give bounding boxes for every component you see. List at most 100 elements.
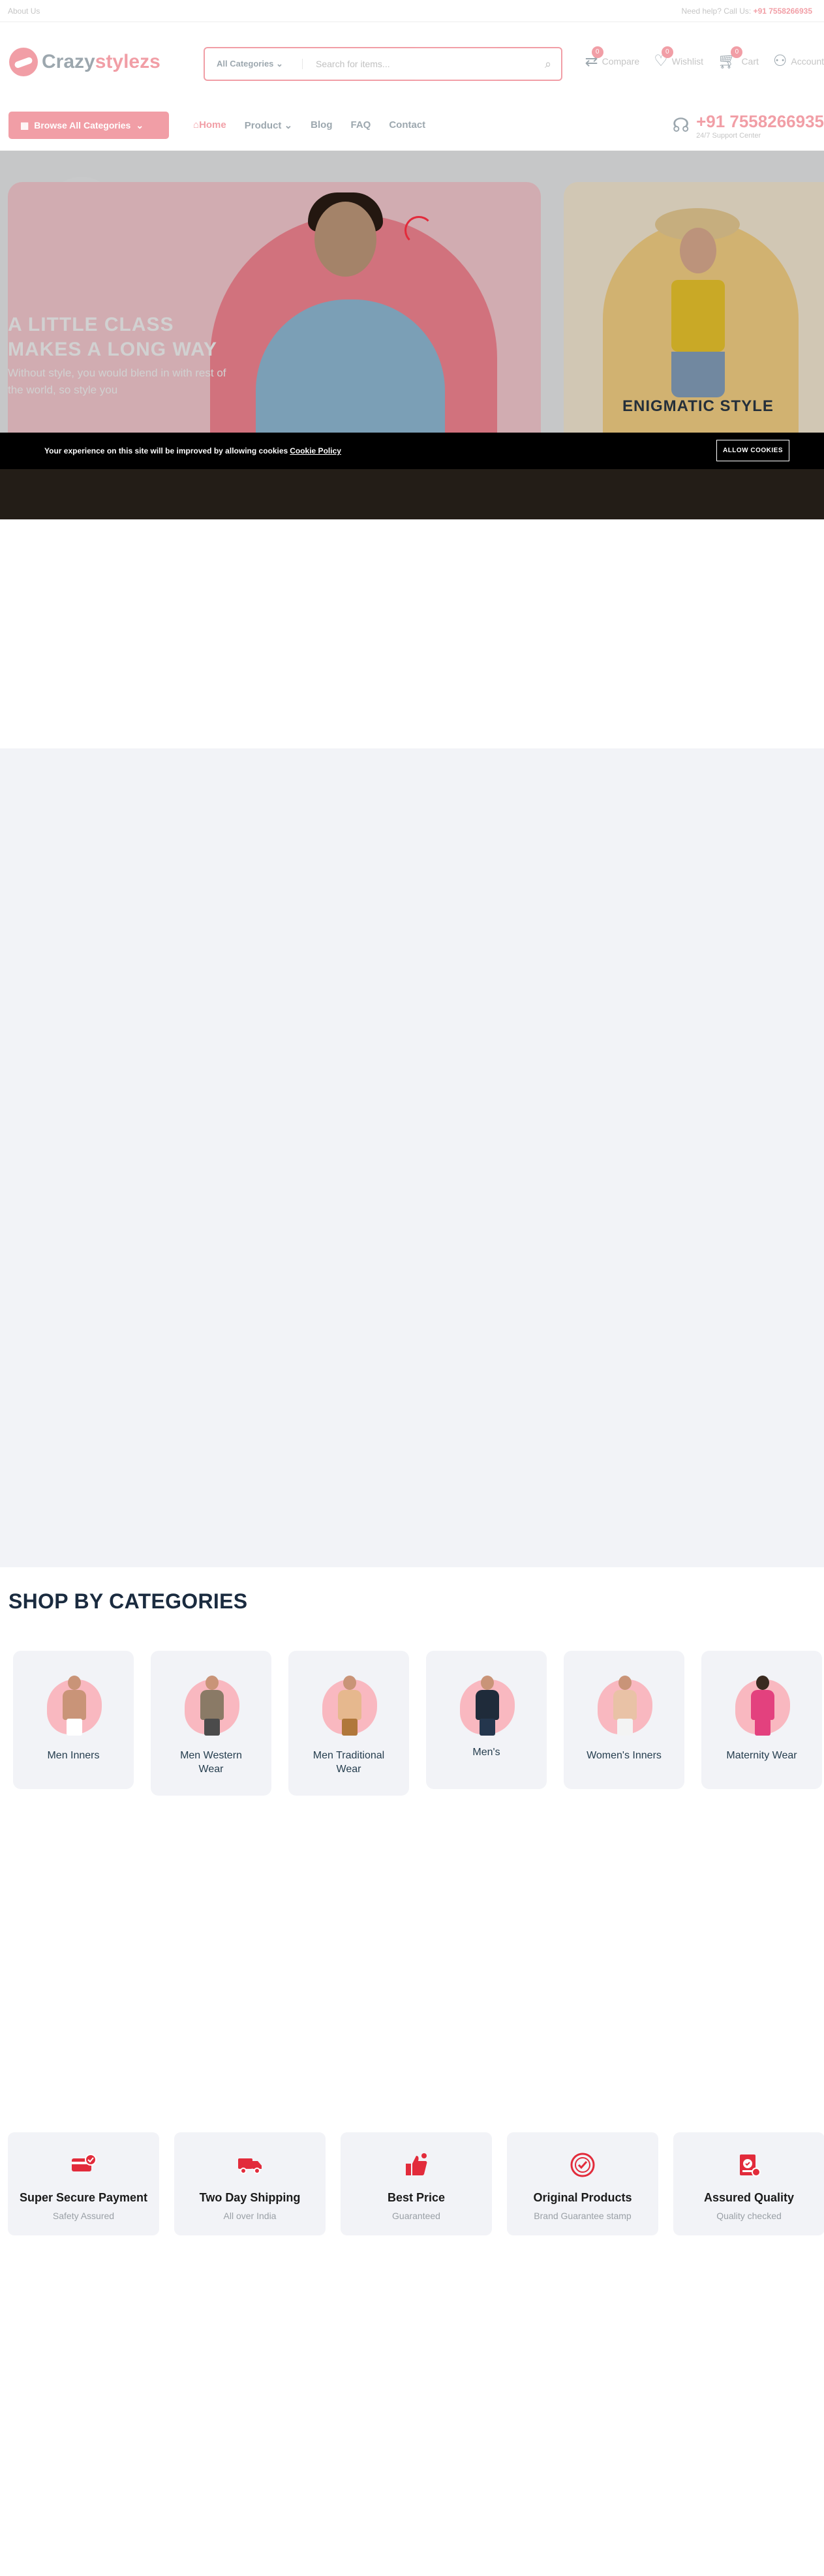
- loading-spinner-icon: [404, 216, 433, 245]
- category-label: Men's: [472, 1747, 500, 1758]
- img-head: [756, 1676, 769, 1690]
- search-category-select[interactable]: All Categories ⌄: [205, 59, 303, 69]
- feature-title: Super Secure Payment: [19, 2191, 148, 2204]
- help-phone[interactable]: +91 7558266935: [754, 7, 812, 16]
- img-head: [68, 1676, 81, 1690]
- img-head: [481, 1676, 494, 1690]
- support-phone-sub: 24/7 Support Center: [696, 132, 761, 140]
- grid-icon: ▦: [20, 119, 29, 130]
- nav-item-product-label: Product: [244, 120, 282, 131]
- truck-icon: [238, 2158, 262, 2174]
- best-price-icon: [406, 2153, 427, 2175]
- category-label: Men Traditional Wear: [313, 1750, 385, 1775]
- img-body: [476, 1690, 499, 1720]
- category-card[interactable]: Men Western Wear: [151, 1651, 271, 1796]
- search-icon[interactable]: ⌕: [535, 57, 561, 71]
- img-legs: [480, 1719, 495, 1736]
- compare-button[interactable]: ⇄ 0 Compare: [585, 46, 640, 70]
- logo-mark-icon: [9, 48, 38, 76]
- nav-item-blog[interactable]: Blog: [311, 119, 332, 131]
- category-card[interactable]: Men's: [426, 1651, 547, 1789]
- nav-menu: ⌂Home Product ⌄ Blog FAQ Contact: [193, 119, 425, 131]
- support-phone-number[interactable]: +91 7558266935: [696, 112, 824, 132]
- category-card[interactable]: Maternity Wear: [701, 1651, 822, 1789]
- about-link[interactable]: About Us: [8, 7, 40, 16]
- feature-card: Best Price Guaranteed: [341, 2132, 492, 2235]
- cookie-message-text: Your experience on this site will be imp…: [44, 446, 288, 455]
- top-bar: About Us Need help? Call Us: +91 7558266…: [0, 0, 824, 22]
- cookie-policy-link[interactable]: Cookie Policy: [290, 446, 341, 455]
- feature-title: Original Products: [533, 2191, 632, 2204]
- overlay-bottom-shade: [0, 469, 824, 519]
- img-head: [206, 1676, 219, 1690]
- feature-subtitle: Brand Guarantee stamp: [534, 2211, 632, 2221]
- cookie-banner: Your experience on this site will be imp…: [0, 433, 824, 469]
- compare-icon: ⇄ 0: [585, 46, 603, 70]
- account-label: Account: [791, 55, 824, 67]
- cookie-message: Your experience on this site will be imp…: [44, 446, 341, 455]
- category-image: [198, 1676, 226, 1736]
- category-label: Maternity Wear: [726, 1750, 797, 1761]
- feature-subtitle: Guaranteed: [392, 2211, 440, 2221]
- logo[interactable]: Crazystylezs: [9, 48, 160, 76]
- main-nav: ▦ Browse All Categories ⌄ ⌂Home Product …: [0, 101, 824, 151]
- wishlist-button[interactable]: ♡ 0 Wishlist: [654, 46, 703, 70]
- nav-item-product[interactable]: Product ⌄: [245, 119, 292, 131]
- search-input[interactable]: [303, 59, 535, 69]
- feature-title: Two Day Shipping: [199, 2191, 301, 2204]
- help-line: Need help? Call Us: +91 7558266935: [681, 7, 812, 16]
- support-phone: ☊ +91 7558266935 24/7 Support Center: [672, 112, 824, 140]
- cart-icon: 🛒︎ 0: [718, 46, 743, 70]
- heart-icon: ♡ 0: [654, 46, 673, 70]
- nav-item-home[interactable]: ⌂Home: [193, 119, 226, 131]
- img-body: [613, 1690, 637, 1720]
- category-image: [611, 1676, 639, 1736]
- quality-icon: [740, 2154, 761, 2177]
- account-button[interactable]: ⚇ Account: [773, 52, 824, 70]
- nav-item-contact[interactable]: Contact: [389, 119, 425, 131]
- user-icon: ⚇: [772, 52, 787, 70]
- feature-card: Super Secure Payment Safety Assured: [8, 2132, 159, 2235]
- category-image: [335, 1676, 364, 1736]
- img-legs: [204, 1719, 220, 1736]
- content-placeholder-section: [0, 748, 824, 1567]
- help-prefix: Need help? Call Us:: [681, 7, 752, 16]
- img-body: [751, 1690, 774, 1720]
- categories-title: SHOP BY CATEGORIES: [8, 1589, 248, 1613]
- logo-text-part1: Crazy: [42, 51, 95, 72]
- browse-categories-button[interactable]: ▦ Browse All Categories ⌄: [8, 112, 169, 139]
- header-actions: ⇄ 0 Compare ♡ 0 Wishlist 🛒︎ 0 Cart ⚇ Accoun…: [585, 46, 824, 70]
- category-card[interactable]: Men Traditional Wear: [288, 1651, 409, 1796]
- secure-payment-icon: [72, 2154, 97, 2171]
- nav-item-home-label: Home: [199, 119, 226, 130]
- category-label: Women's Inners: [587, 1750, 662, 1761]
- img-body: [200, 1690, 224, 1720]
- chevron-down-icon: ⌄: [136, 119, 144, 130]
- img-legs: [755, 1719, 771, 1736]
- cart-button[interactable]: 🛒︎ 0 Cart: [718, 46, 759, 70]
- category-label: Men Western Wear: [180, 1750, 242, 1775]
- original-stamp-icon: [570, 2153, 595, 2177]
- compare-label: Compare: [602, 55, 640, 67]
- feature-subtitle: Quality checked: [716, 2211, 782, 2221]
- category-label: Men Inners: [47, 1750, 100, 1761]
- feature-card: Two Day Shipping All over India: [174, 2132, 326, 2235]
- home-icon: ⌂: [193, 119, 200, 130]
- feature-card: Assured Quality Quality checked: [673, 2132, 824, 2235]
- allow-cookies-button[interactable]: ALLOW COOKIES: [716, 440, 789, 461]
- feature-title: Best Price: [387, 2191, 446, 2204]
- feature-subtitle: All over India: [223, 2211, 277, 2221]
- category-card[interactable]: Men Inners: [13, 1651, 134, 1789]
- nav-item-faq[interactable]: FAQ: [351, 119, 371, 131]
- category-card[interactable]: Women's Inners: [564, 1651, 684, 1789]
- logo-text: Crazystylezs: [42, 51, 160, 73]
- img-body: [338, 1690, 361, 1720]
- img-legs: [342, 1719, 358, 1736]
- logo-text-part2: stylezs: [95, 51, 160, 72]
- wishlist-label: Wishlist: [671, 55, 703, 67]
- img-legs: [617, 1719, 633, 1736]
- img-head: [618, 1676, 632, 1690]
- category-image: [60, 1676, 89, 1736]
- chevron-down-icon: ⌄: [276, 59, 283, 69]
- category-image: [748, 1676, 777, 1736]
